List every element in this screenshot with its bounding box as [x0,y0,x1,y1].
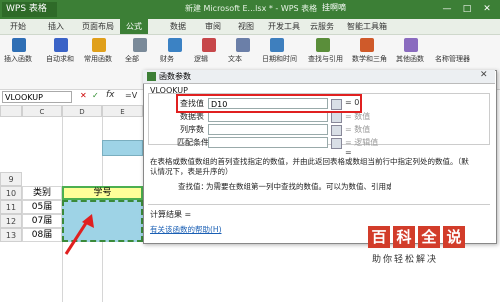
tab-review[interactable]: 审阅 [205,19,221,34]
arg-help-label: 查找值： [178,182,208,191]
dialog-title: 函数参数 [159,72,191,81]
user-name[interactable]: 挂啊嘀 [322,2,346,13]
row-header-10[interactable]: 10 [0,186,22,200]
range-picker-icon[interactable] [331,112,342,123]
tab-start[interactable]: 开始 [10,19,26,34]
arg-help-text: 为需要在数组第一列中查找的数值。可以为数值、引用或文本字符串 [206,182,391,191]
watermark-char: 说 [443,226,465,248]
tab-smart-tools[interactable]: 智能工具箱 [347,19,387,34]
ribbon-button-label[interactable]: 财务 [160,54,174,64]
header-student-id[interactable]: 学号 [62,186,143,200]
maximize-icon[interactable]: □ [460,2,474,16]
tab-cloud[interactable]: 云服务 [310,19,334,34]
lookup-icon[interactable] [316,38,330,52]
annotation-arrow-icon [64,214,94,255]
ribbon-button-label[interactable]: 逻辑 [194,54,208,64]
arg-input-match[interactable] [208,137,328,148]
arg-result-match: = 逻辑值 [345,138,379,147]
name-manager-label[interactable]: 名称管理器 [435,54,470,64]
column-header-e[interactable]: E [102,105,143,117]
arg-input-col-index[interactable] [208,124,328,135]
watermark-char: 百 [368,226,390,248]
row-header-13[interactable]: 13 [0,228,22,242]
ribbon-button-label[interactable]: 数学和三角 [352,54,387,64]
watermark-slogan: 助你轻松解决 [372,255,439,265]
range-picker-icon[interactable] [331,138,342,149]
ribbon-button-label[interactable]: 查找与引用 [308,54,343,64]
arg-label-col-index: 列序数 [180,125,204,134]
tab-data[interactable]: 数据 [170,19,186,34]
ribbon-button-label[interactable]: 全部 [125,54,139,64]
dialog-title-bar: 函数参数 [143,70,495,84]
tab-page-layout[interactable]: 页面布局 [82,19,114,34]
close-icon[interactable]: ✕ [480,2,494,16]
fx-icon[interactable]: fx [106,90,115,100]
dialog-close-icon[interactable]: ✕ [480,70,488,80]
tab-insert[interactable]: 插入 [48,19,64,34]
function-result-equals: = [345,148,352,157]
cancel-icon[interactable]: ✕ [80,91,87,100]
select-all-corner[interactable] [0,105,22,117]
ribbon-button-label[interactable]: 其他函数 [396,54,424,64]
clock-icon[interactable] [270,38,284,52]
table-cell[interactable]: 07届 [22,214,62,228]
text-icon[interactable] [236,38,250,52]
sum-icon[interactable] [54,38,68,52]
row-header-9[interactable]: 9 [0,172,22,186]
header-category[interactable]: 类别 [22,186,62,200]
document-title: 新建 Microsoft E...lsx * - WPS 表格 [185,4,318,13]
star-icon[interactable] [92,38,106,52]
tab-developer[interactable]: 开发工具 [268,19,300,34]
table-cell[interactable]: 08届 [22,228,62,242]
list-icon[interactable] [133,38,147,52]
watermark-char: 全 [418,226,440,248]
confirm-icon[interactable]: ✓ [92,91,99,100]
ribbon-button-label[interactable]: 自动求和 [46,54,74,64]
ribbon-button-label[interactable]: 文本 [228,54,242,64]
ribbon-button-label[interactable]: 插入函数 [4,54,32,64]
column-header-c[interactable]: C [22,105,62,117]
range-picker-icon[interactable] [331,125,342,136]
function-icon[interactable] [12,38,26,52]
ribbon-button-label[interactable]: 日期和时间 [262,54,297,64]
arg-label-match: 匹配条件 [177,138,209,147]
minimize-icon[interactable]: — [440,2,454,16]
tab-formula[interactable]: 公式 [120,19,148,34]
dialog-app-icon [147,72,156,81]
table-cell[interactable]: 05届 [22,200,62,214]
highlight-box [176,94,362,113]
app-menu-button[interactable]: WPS 表格 [2,2,57,17]
column-header-d[interactable]: D [62,105,102,117]
help-link[interactable]: 有关该函数的帮助(H) [150,224,222,235]
arg-result-col-index: = 数值 [345,125,371,134]
ribbon-button-label[interactable]: 常用函数 [84,54,112,64]
math-icon[interactable] [360,38,374,52]
divider [148,204,490,205]
tab-view[interactable]: 视图 [238,19,254,34]
watermark-char: 科 [393,226,415,248]
row-header-12[interactable]: 12 [0,214,22,228]
name-box[interactable]: VLOOKUP [2,91,72,103]
logic-icon[interactable] [202,38,216,52]
row-header-11[interactable]: 11 [0,200,22,214]
finance-icon[interactable] [168,38,182,52]
function-description: 在表格或数值数组的首列查找指定的数值，并由此返回表格或数组当前行中指定列处的数值… [150,157,469,176]
table-cell[interactable] [102,140,143,156]
formula-content[interactable]: =V [125,91,137,100]
calc-result-label: 计算结果 = [150,210,192,219]
more-icon[interactable] [404,38,418,52]
